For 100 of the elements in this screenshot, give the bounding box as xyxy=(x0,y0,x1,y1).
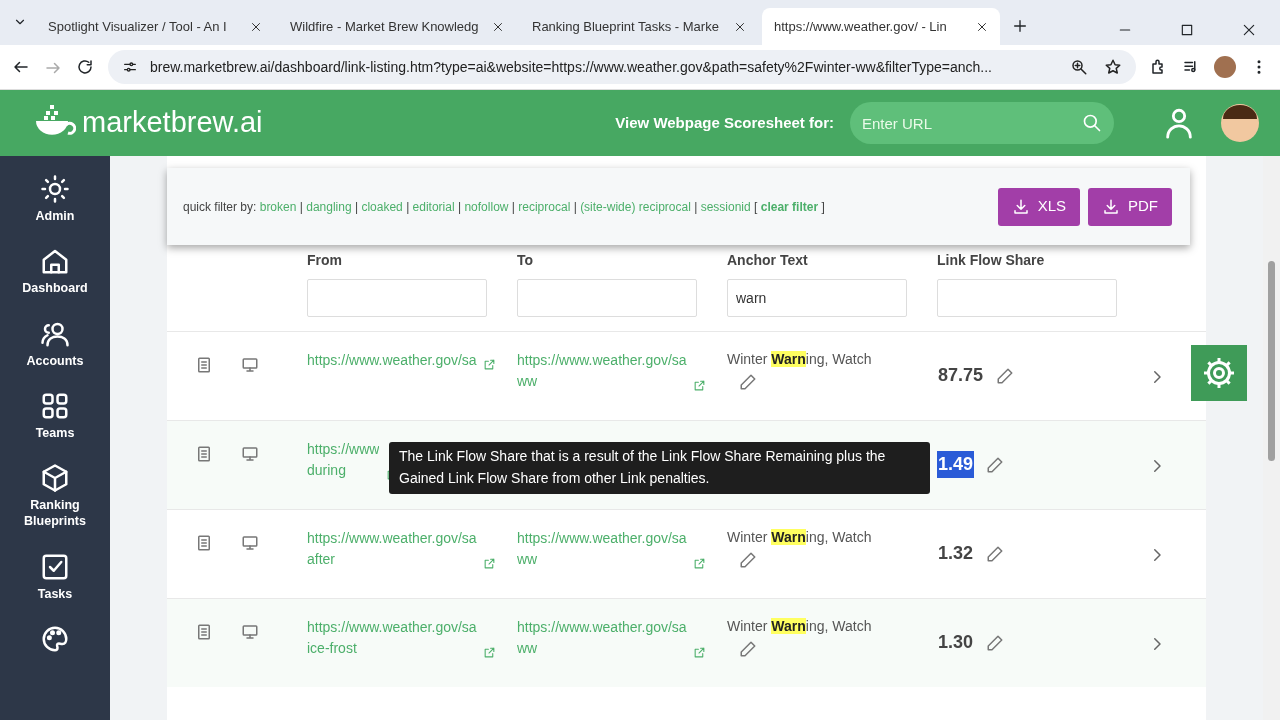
pencil-icon[interactable] xyxy=(739,551,757,570)
close-icon xyxy=(492,20,504,33)
logo-text[interactable]: marketbrew.ai xyxy=(82,101,263,145)
export-button[interactable]: XLS xyxy=(997,187,1080,226)
monitor-icon[interactable] xyxy=(241,623,259,641)
gear-icon xyxy=(1201,355,1237,391)
filter-link[interactable]: sessionid xyxy=(700,197,751,216)
link-flow-share-value: 1.32 xyxy=(937,542,975,565)
to-url-link[interactable]: https://www.weather.gov/sa ww xyxy=(517,617,687,659)
download-icon xyxy=(1102,197,1120,216)
site-settings-icon xyxy=(122,59,138,75)
search-icon xyxy=(1082,113,1102,133)
link-flow-share-value: 87.75 xyxy=(937,364,985,387)
column-header: Anchor Text xyxy=(727,251,809,270)
export-button[interactable]: PDF xyxy=(1088,187,1172,226)
to-url-link[interactable]: https://www.weather.gov/sa ww xyxy=(517,350,687,392)
column-filter-field[interactable]: warn xyxy=(727,279,907,317)
sidebar-item[interactable]: Accounts xyxy=(26,318,84,369)
close-icon xyxy=(734,20,746,33)
monitor-icon[interactable] xyxy=(241,534,259,552)
browser-tab[interactable]: https://www.weather.gov/ - Lin xyxy=(762,8,1000,45)
zoom-icon[interactable] xyxy=(1070,58,1088,76)
tooltip: The Link Flow Share that is a result of the Link Flow Share Remaining plus the Gained Link Flow Share from other Link penalties. xyxy=(389,442,930,495)
column-header: Link Flow Share xyxy=(937,251,1046,270)
sidebar-item[interactable]: Ranking Blueprints xyxy=(10,463,100,530)
scoresheet-label: View Webpage Scoresheet for: xyxy=(615,112,834,133)
separator-text: | xyxy=(511,198,515,216)
separator-text: | xyxy=(354,198,359,216)
anchor-text: Winter Warning, Watch xyxy=(727,528,873,547)
filter-link[interactable]: cloaked xyxy=(361,197,403,216)
from-url-link[interactable]: https://www.weather.gov/sa ice-frost xyxy=(307,617,477,659)
external-link-icon[interactable] xyxy=(693,557,707,570)
avatar[interactable] xyxy=(1220,103,1260,143)
separator-text: | xyxy=(694,198,698,216)
pencil-icon[interactable] xyxy=(739,373,757,392)
pencil-icon[interactable] xyxy=(996,367,1015,386)
monitor-icon[interactable] xyxy=(241,445,259,463)
filter-link[interactable]: dangling xyxy=(306,197,352,216)
pencil-icon[interactable] xyxy=(986,634,1005,653)
reload-icon[interactable] xyxy=(76,58,94,76)
anchor-text: Winter Warning, Watch xyxy=(727,350,873,369)
column-filter-field[interactable] xyxy=(307,279,487,317)
from-url-link[interactable]: https://www during xyxy=(307,439,380,481)
link-flow-share-value: 1.30 xyxy=(937,631,975,654)
external-link-icon[interactable] xyxy=(693,646,707,659)
bracket-text: ] xyxy=(821,198,825,216)
maximize-icon[interactable] xyxy=(1180,23,1194,37)
external-link-icon[interactable] xyxy=(483,358,497,371)
url-search-field[interactable]: Enter URL xyxy=(850,102,1114,144)
filter-link[interactable]: broken xyxy=(259,197,297,216)
pencil-icon[interactable] xyxy=(739,640,757,659)
document-icon[interactable] xyxy=(195,356,213,374)
address-bar[interactable]: brew.marketbrew.ai/dashboard/link-listing.htm?type=ai&website=https://www.weather.gov&path=safety%2Fwinter-ww&filterType=anch... xyxy=(108,50,1136,84)
document-icon[interactable] xyxy=(195,534,213,552)
browser-tab[interactable]: Spotlight Visualizer / Tool - An I xyxy=(36,8,274,45)
separator-text: | xyxy=(457,198,462,216)
external-link-icon[interactable] xyxy=(483,557,497,570)
star-icon[interactable] xyxy=(1104,58,1122,76)
external-link-icon[interactable] xyxy=(483,646,497,659)
sun-icon xyxy=(40,174,70,204)
separator-text: | xyxy=(573,198,577,216)
sidebar-item[interactable]: Tasks xyxy=(37,551,73,602)
plus-icon xyxy=(1012,17,1028,34)
filter-link[interactable]: editorial xyxy=(412,197,455,216)
scrollbar-thumb[interactable] xyxy=(1268,261,1275,461)
document-icon[interactable] xyxy=(195,445,213,463)
document-icon[interactable] xyxy=(195,623,213,641)
bracket-text: [ xyxy=(754,198,758,216)
close-icon xyxy=(976,20,988,33)
pencil-icon[interactable] xyxy=(986,456,1005,475)
quick-filter-text: quick filter by: xyxy=(183,198,257,216)
browser-tab[interactable]: Ranking Blueprint Tasks - Marke xyxy=(520,8,758,45)
filter-link[interactable]: reciprocal xyxy=(518,197,571,216)
filter-link[interactable]: nofollow xyxy=(464,197,509,216)
column-filter-field[interactable] xyxy=(937,279,1117,317)
column-header: To xyxy=(517,251,535,270)
separator-text: | xyxy=(406,198,410,216)
separator-text: | xyxy=(299,198,303,216)
link-flow-share-value: 1.49 xyxy=(937,451,975,478)
clear-filter-link[interactable]: clear filter xyxy=(760,197,819,216)
column-header: From xyxy=(307,251,343,270)
sidebar-item[interactable]: Teams xyxy=(35,390,75,441)
column-filter-field[interactable] xyxy=(517,279,697,317)
close-icon[interactable] xyxy=(1242,23,1256,37)
profile-avatar[interactable] xyxy=(1214,56,1236,78)
filter-link[interactable]: (site-wide) reciprocal xyxy=(580,197,691,216)
anchor-text: Winter Warning, Watch xyxy=(727,617,873,636)
settings-button[interactable] xyxy=(1191,345,1247,401)
pencil-icon[interactable] xyxy=(986,545,1005,564)
monitor-icon[interactable] xyxy=(241,356,259,374)
external-link-icon[interactable] xyxy=(693,379,707,392)
sidebar-item[interactable]: Dashboard xyxy=(22,246,88,297)
from-url-link[interactable]: https://www.weather.gov/sa after xyxy=(307,528,477,570)
cube-icon xyxy=(40,463,70,493)
download-icon xyxy=(1011,197,1030,216)
sidebar-item[interactable]: Admin xyxy=(35,174,75,225)
from-url-link[interactable]: https://www.weather.gov/sa xyxy=(307,350,477,371)
url-text: brew.marketbrew.ai/dashboard/link-listing.htm?type=ai&website=https://www.weather.gov&path=safety%2Fwinter-ww&filterType=anch... xyxy=(150,57,992,77)
to-url-link[interactable]: https://www.weather.gov/sa ww xyxy=(517,528,687,570)
browser-tab[interactable]: Wildfire - Market Brew Knowledg xyxy=(278,8,516,45)
